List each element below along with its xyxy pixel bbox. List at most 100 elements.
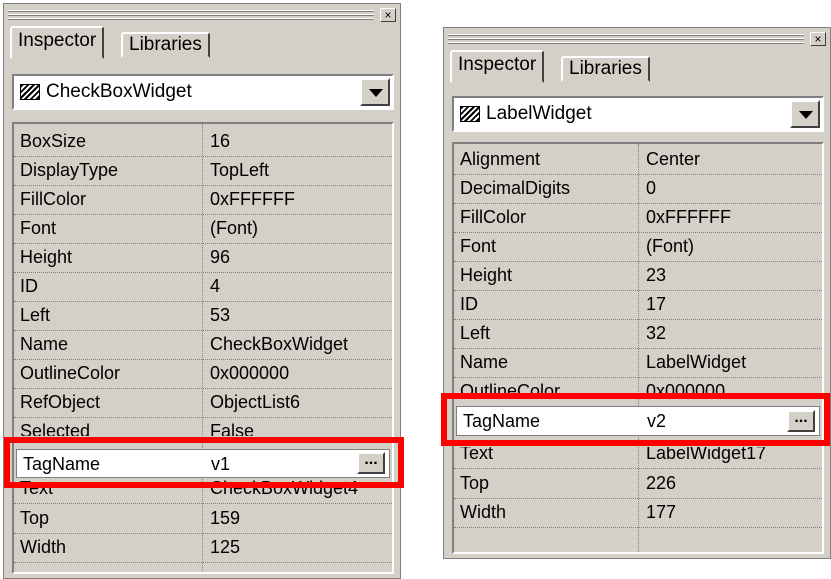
property-name: Text xyxy=(460,447,494,463)
property-name: Text xyxy=(20,480,54,498)
widget-type-label: CheckBoxWidget xyxy=(46,81,192,102)
property-value: LabelWidget17 xyxy=(646,447,767,463)
table-row[interactable]: OutlineColor 0x000000 xyxy=(14,360,392,389)
table-row[interactable]: Name CheckBoxWidget xyxy=(14,331,392,360)
table-row[interactable]: Top 226 xyxy=(454,470,822,499)
table-row[interactable]: Left 53 xyxy=(14,302,392,331)
table-row[interactable]: ID 4 xyxy=(14,273,392,302)
drag-grip[interactable] xyxy=(448,34,804,44)
property-name: TagName xyxy=(23,454,101,474)
property-value: 0 xyxy=(646,178,657,198)
property-value: 125 xyxy=(210,537,241,557)
property-name: FillColor xyxy=(460,207,527,227)
table-row[interactable]: Left 32 xyxy=(454,320,822,349)
property-name: ID xyxy=(20,276,38,296)
widget-icon xyxy=(20,84,40,100)
table-row[interactable]: Top 159 xyxy=(14,505,392,534)
property-name: OutlineColor xyxy=(460,381,561,394)
tab-libraries[interactable]: Libraries xyxy=(121,32,210,58)
tagname-row[interactable]: TagName v2 ... xyxy=(456,406,820,436)
property-value: 0xFFFFFF xyxy=(210,189,295,209)
property-value: 0x000000 xyxy=(646,381,726,394)
property-value: ObjectList6 xyxy=(210,392,301,412)
property-value: 96 xyxy=(210,247,231,267)
tagname-value[interactable]: v1 xyxy=(211,454,230,475)
property-value: CheckBoxWidget4 xyxy=(210,480,359,498)
property-grid: BoxSize 16 DisplayType TopLeft FillColor 0x… xyxy=(12,122,394,574)
table-row[interactable]: Height 23 xyxy=(454,262,822,291)
table-row[interactable]: Alignment Center xyxy=(454,146,822,175)
table-row[interactable]: DecimalDigits 0 xyxy=(454,175,822,204)
table-row[interactable]: Selected False xyxy=(14,418,392,436)
tagname-value[interactable]: v2 xyxy=(647,411,666,432)
property-value: 17 xyxy=(646,294,667,314)
widget-icon xyxy=(460,106,480,122)
table-row[interactable]: RefObject ObjectList6 xyxy=(14,389,392,418)
panel-titlebar[interactable]: × xyxy=(448,32,826,46)
tab-inspector[interactable]: Inspector xyxy=(450,50,545,83)
property-name: TagName xyxy=(463,411,541,431)
property-value: 16 xyxy=(210,131,231,151)
table-row[interactable]: Font (Font) xyxy=(14,215,392,244)
tab-libraries[interactable]: Libraries xyxy=(561,56,650,82)
property-name: Width xyxy=(20,537,67,557)
property-name: Alignment xyxy=(460,149,541,169)
chevron-down-icon[interactable] xyxy=(790,100,820,128)
table-row[interactable]: BoxSize 16 xyxy=(14,128,392,157)
table-row[interactable]: OutlineColor 0x000000 xyxy=(454,378,822,394)
table-row[interactable]: Name LabelWidget xyxy=(454,349,822,378)
table-row[interactable]: Width 125 xyxy=(14,534,392,563)
property-name: OutlineColor xyxy=(20,363,121,383)
property-value: Center xyxy=(646,149,701,169)
property-value: 23 xyxy=(646,265,667,285)
close-icon[interactable]: × xyxy=(810,32,826,46)
drag-grip[interactable] xyxy=(8,10,374,20)
property-name: DecimalDigits xyxy=(460,178,571,198)
widget-type-select[interactable]: LabelWidget xyxy=(452,96,824,132)
property-name: Name xyxy=(460,352,509,372)
ellipsis-button[interactable]: ... xyxy=(357,452,385,474)
table-row[interactable]: Width 177 xyxy=(454,499,822,528)
table-row[interactable]: Text CheckBoxWidget4 xyxy=(14,480,392,504)
widget-type-select[interactable]: CheckBoxWidget xyxy=(12,74,394,110)
property-name: Font xyxy=(460,236,497,256)
property-value: False xyxy=(210,421,255,436)
property-name: Selected xyxy=(20,421,91,436)
property-name: Font xyxy=(20,218,57,238)
property-name: Left xyxy=(460,323,491,343)
chevron-down-icon[interactable] xyxy=(360,78,390,106)
property-value: CheckBoxWidget xyxy=(210,334,349,354)
property-value: 4 xyxy=(210,276,221,296)
property-name: DisplayType xyxy=(20,160,119,180)
property-value: TopLeft xyxy=(210,160,270,180)
property-value: (Font) xyxy=(210,218,259,238)
tagname-row[interactable]: TagName v1 ... xyxy=(16,449,390,478)
property-value: 177 xyxy=(646,502,677,522)
tab-inspector[interactable]: Inspector xyxy=(10,26,105,59)
property-name: Top xyxy=(460,473,490,493)
table-row[interactable]: FillColor 0xFFFFFF xyxy=(454,204,822,233)
property-name: Name xyxy=(20,334,69,354)
panel-titlebar[interactable]: × xyxy=(8,8,396,22)
property-name: Left xyxy=(20,305,51,325)
ellipsis-button[interactable]: ... xyxy=(787,410,815,432)
property-value: LabelWidget xyxy=(646,352,747,372)
property-value: 53 xyxy=(210,305,231,325)
property-value: 0x000000 xyxy=(210,363,290,383)
table-row[interactable]: Height 96 xyxy=(14,244,392,273)
property-value: 32 xyxy=(646,323,667,343)
property-name: Height xyxy=(20,247,73,267)
widget-type-label: LabelWidget xyxy=(486,103,592,124)
property-name: BoxSize xyxy=(20,131,87,151)
table-row[interactable]: Text LabelWidget17 xyxy=(454,447,822,469)
property-grid: Alignment Center DecimalDigits 0 FillColor… xyxy=(452,142,824,554)
property-name: RefObject xyxy=(20,392,101,412)
property-name: ID xyxy=(460,294,478,314)
close-icon[interactable]: × xyxy=(380,8,396,22)
inspector-panel-left: × Inspector Libraries CheckBoxWidget Box… xyxy=(3,3,401,579)
property-name: Top xyxy=(20,508,50,528)
table-row[interactable]: ID 17 xyxy=(454,291,822,320)
table-row[interactable]: FillColor 0xFFFFFF xyxy=(14,186,392,215)
table-row[interactable]: DisplayType TopLeft xyxy=(14,157,392,186)
table-row[interactable]: Font (Font) xyxy=(454,233,822,262)
